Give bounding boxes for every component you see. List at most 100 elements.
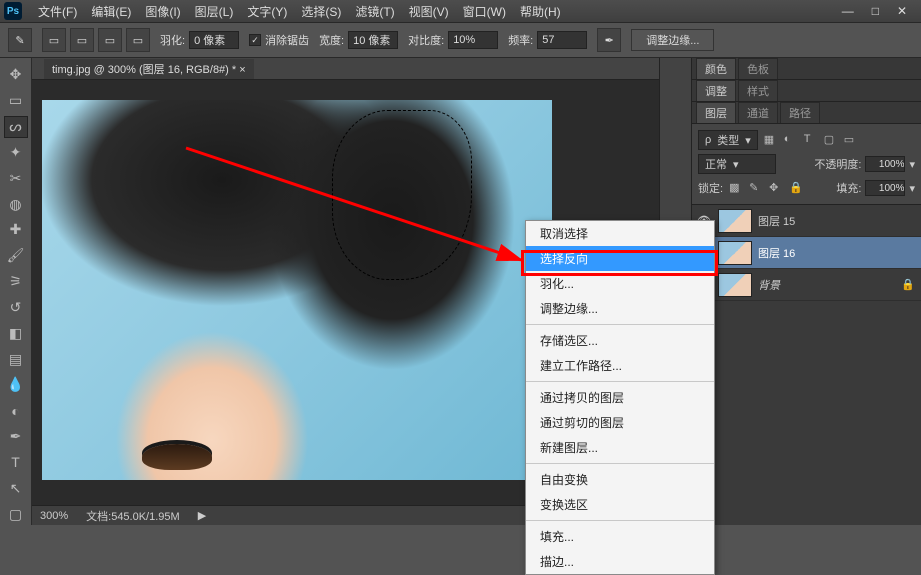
menu-item[interactable]: 窗口(W) [457,1,512,22]
tab-close-icon[interactable]: × [239,64,245,76]
contrast-label: 对比度: [408,32,444,48]
brush-tool-icon[interactable]: 🖌 [4,245,28,267]
menu-item[interactable]: 帮助(H) [514,1,567,22]
context-menu-item[interactable]: 羽化... [526,271,714,296]
lasso-tool-icon[interactable]: ᔕ [4,116,28,138]
window-minimize-icon[interactable]: — [842,4,854,18]
selection-intersect-icon[interactable]: ▭ [126,28,150,52]
filter-shape-icon[interactable]: ▢ [824,133,838,147]
contrast-input[interactable] [448,31,498,49]
context-menu-item[interactable]: 自由变换 [526,467,714,492]
window-close-icon[interactable]: ✕ [897,4,907,18]
crop-tool-icon[interactable]: ✂ [4,167,28,189]
lock-position-icon[interactable]: ✥ [769,181,783,195]
tool-preset-icon[interactable]: ✎ [8,28,32,52]
width-input[interactable] [348,31,398,49]
tab-adjustments[interactable]: 调整 [696,80,736,101]
lock-pixels-icon[interactable]: ✎ [749,181,763,195]
menu-item[interactable]: 图层(L) [189,1,240,22]
context-menu-item[interactable]: 通过拷贝的图层 [526,385,714,410]
annotation-arrow [186,148,546,283]
selection-new-icon[interactable]: ▭ [42,28,66,52]
lock-all-icon[interactable]: 🔒 [789,181,803,195]
document-tab[interactable]: timg.jpg @ 300% (图层 16, RGB/8#) * × [44,59,254,79]
blur-tool-icon[interactable]: 💧 [4,374,28,396]
eyedropper-tool-icon[interactable]: ◍ [4,193,28,215]
marquee-tool-icon[interactable]: ▭ [4,90,28,112]
context-menu-item[interactable]: 描边... [526,549,714,574]
menu-item[interactable]: 视图(V) [403,1,455,22]
freq-label: 频率: [508,32,533,48]
menu-item[interactable]: 文字(Y) [241,1,293,22]
shape-tool-icon[interactable]: ▢ [4,503,28,525]
filter-smart-icon[interactable]: ▭ [844,133,858,147]
layer-name-label: 图层 15 [758,213,895,229]
tab-layers[interactable]: 图层 [696,102,736,123]
filter-pixel-icon[interactable]: ▦ [764,133,778,147]
path-select-icon[interactable]: ↖ [4,477,28,499]
tab-swatches[interactable]: 色板 [738,58,778,79]
app-logo: Ps [4,2,22,20]
context-menu-item[interactable]: 建立工作路径... [526,353,714,378]
feather-input[interactable] [189,31,239,49]
antialias-checkbox[interactable]: ✓ [249,34,261,46]
fill-input[interactable] [865,180,905,196]
menu-item[interactable]: 文件(F) [32,1,83,22]
menu-item[interactable]: 选择(S) [295,1,347,22]
refine-edge-button[interactable]: 调整边缘... [631,29,714,51]
window-maximize-icon[interactable]: □ [872,4,879,18]
menu-item[interactable]: 图像(I) [139,1,186,22]
history-brush-icon[interactable]: ↺ [4,296,28,318]
layer-thumbnail[interactable] [718,241,752,265]
opacity-input[interactable] [865,156,905,172]
context-menu-item[interactable]: 新建图层... [526,435,714,460]
stamp-tool-icon[interactable]: ⚞ [4,271,28,293]
tab-styles[interactable]: 样式 [738,80,778,101]
layer-thumbnail[interactable] [718,273,752,297]
type-tool-icon[interactable]: T [4,451,28,473]
dodge-tool-icon[interactable]: ◐ [4,400,28,422]
width-label: 宽度: [319,32,344,48]
healing-tool-icon[interactable]: ✚ [4,219,28,241]
pen-tool-icon[interactable]: ✒ [4,426,28,448]
lock-transparent-icon[interactable]: ▩ [729,181,743,195]
filter-type-icon[interactable]: T [804,133,818,147]
tab-paths[interactable]: 路径 [780,102,820,123]
blend-mode-dropdown[interactable]: 正常 ▾ [698,154,776,174]
layer-filter-dropdown[interactable]: ρ 类型 ▾ [698,130,758,150]
context-menu-item[interactable]: 选择反向 [526,246,714,271]
antialias-label: 消除锯齿 [265,32,309,48]
magic-wand-tool-icon[interactable]: ✦ [4,142,28,164]
opacity-label: 不透明度: [814,156,861,172]
context-menu-item[interactable]: 取消选择 [526,221,714,246]
filter-adjust-icon[interactable]: ◐ [784,133,798,147]
fill-label: 填充: [836,180,861,196]
tab-color[interactable]: 颜色 [696,58,736,79]
pen-pressure-icon[interactable]: ✒ [597,28,621,52]
context-menu-item[interactable]: 调整边缘... [526,296,714,321]
lock-label: 锁定: [698,180,723,196]
doc-size: 文档:545.0K/1.95M [86,508,180,524]
layer-row[interactable]: 👁 图层 16 [692,237,921,269]
context-menu-item[interactable]: 变换选区 [526,492,714,517]
menu-item[interactable]: 滤镜(T) [349,1,400,22]
context-menu-item[interactable]: 填充... [526,524,714,549]
eraser-tool-icon[interactable]: ◧ [4,322,28,344]
chevron-down-icon[interactable]: ▾ [909,182,915,195]
menu-item[interactable]: 编辑(E) [85,1,137,22]
chevron-down-icon[interactable]: ▾ [909,158,915,171]
gradient-tool-icon[interactable]: ▤ [4,348,28,370]
layer-thumbnail[interactable] [718,209,752,233]
tab-channels[interactable]: 通道 [738,102,778,123]
status-chevron-icon[interactable]: ▶ [198,509,206,522]
zoom-level[interactable]: 300% [40,510,68,522]
layer-row[interactable]: 👁 图层 15 [692,205,921,237]
context-menu-item[interactable]: 存储选区... [526,328,714,353]
context-menu-item[interactable]: 通过剪切的图层 [526,410,714,435]
selection-add-icon[interactable]: ▭ [70,28,94,52]
layer-name-label: 图层 16 [758,245,895,261]
layer-row[interactable]: 👁 背景 🔒 [692,269,921,301]
move-tool-icon[interactable]: ✥ [4,64,28,86]
freq-input[interactable] [537,31,587,49]
selection-subtract-icon[interactable]: ▭ [98,28,122,52]
